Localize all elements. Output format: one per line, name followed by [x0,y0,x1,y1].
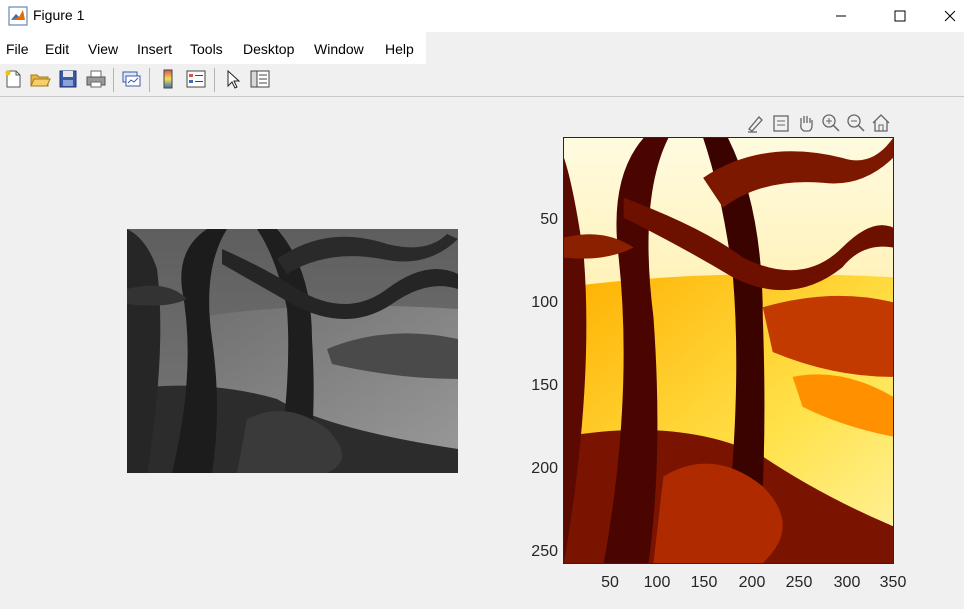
save-icon[interactable] [57,68,79,90]
title-bar: Figure 1 [0,0,964,32]
x-tick-label: 200 [738,574,766,591]
grayscale-image [127,229,458,473]
property-inspector-icon[interactable] [249,68,271,90]
y-tick-label: 50 [540,211,558,228]
x-tick-label: 50 [601,574,619,591]
minimize-button[interactable] [818,0,864,32]
brush-icon[interactable] [745,112,767,134]
close-icon [944,10,956,22]
x-tick-label: 250 [785,574,813,591]
matlab-icon [8,6,28,26]
maximize-button[interactable] [877,0,923,32]
x-tick-label: 300 [833,574,861,591]
hot-colormap-image [563,137,894,564]
zoom-in-icon[interactable] [820,112,842,134]
edit-plot-icon[interactable] [222,68,244,90]
window-title: Figure 1 [33,7,85,23]
menu-file[interactable]: File [6,41,29,57]
maximize-icon [894,10,906,22]
y-tick-label: 100 [531,294,558,311]
open-file-icon[interactable] [29,68,51,90]
toolbar-separator [149,68,150,92]
y-tick-label: 200 [531,460,558,477]
menu-help[interactable]: Help [385,41,414,57]
menu-window[interactable]: Window [314,41,364,57]
toolbar-separator [214,68,215,92]
zoom-out-icon[interactable] [845,112,867,134]
y-tick-label: 250 [531,543,558,560]
y-tick-label: 150 [531,377,558,394]
minimize-icon [836,15,846,17]
new-figure-icon[interactable] [2,68,24,90]
toolbar-separator [113,68,114,92]
menu-tools[interactable]: Tools [190,41,223,57]
link-plot-icon[interactable] [120,68,142,90]
x-tick-label: 350 [879,574,907,591]
x-tick-label: 100 [643,574,671,591]
print-icon[interactable] [85,68,107,90]
menu-bar-filler [426,32,964,64]
menu-view[interactable]: View [88,41,118,57]
menu-insert[interactable]: Insert [137,41,172,57]
pan-icon[interactable] [795,112,817,134]
data-tips-icon[interactable] [770,112,792,134]
restore-view-icon[interactable] [870,112,892,134]
insert-colorbar-icon[interactable] [157,68,179,90]
menu-edit[interactable]: Edit [45,41,69,57]
insert-legend-icon[interactable] [185,68,207,90]
axes-toolbar [745,112,895,134]
x-tick-label: 150 [690,574,718,591]
figure-toolbar [0,64,964,97]
close-button[interactable] [936,0,964,32]
menu-desktop[interactable]: Desktop [243,41,294,57]
